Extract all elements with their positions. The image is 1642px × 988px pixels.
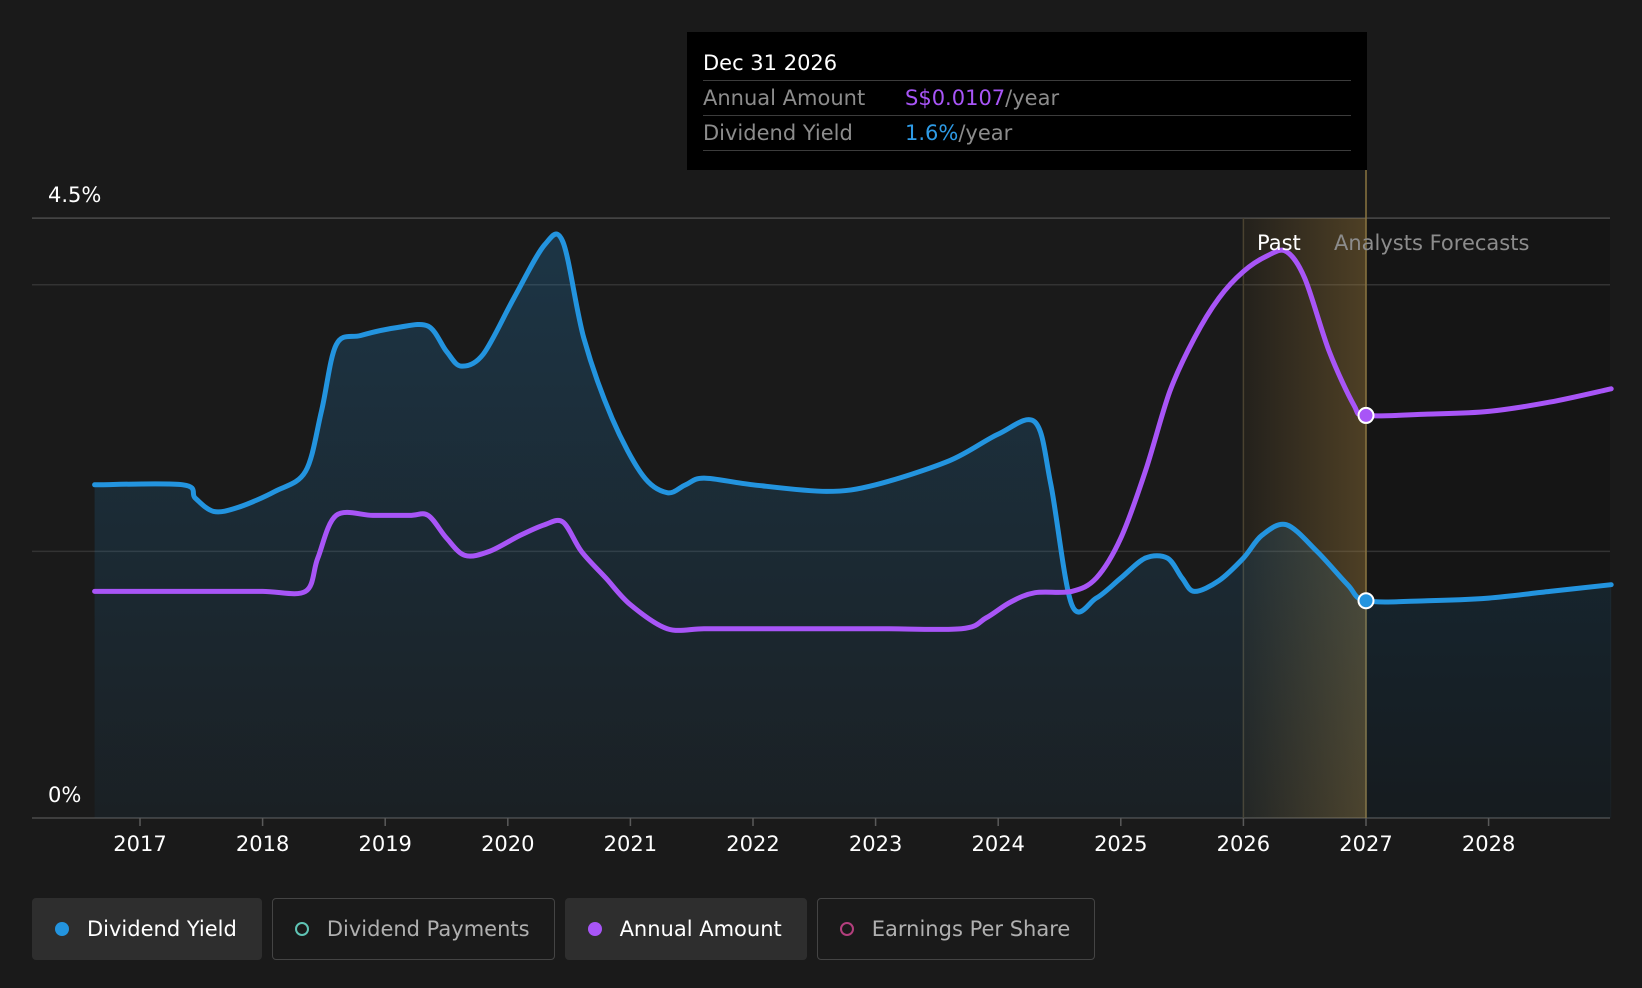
legend-dividend-yield[interactable]: Dividend Yield	[32, 898, 262, 960]
x-tick-label: 2026	[1217, 832, 1270, 856]
legend-label: Dividend Yield	[87, 917, 237, 941]
past-label: Past	[1257, 231, 1301, 255]
x-tick-label: 2025	[1094, 832, 1147, 856]
x-axis: 2017 2018 2019 2020 2021 2022 2023 2024 2025 2026…	[113, 818, 1515, 856]
tooltip-unit: /year	[958, 121, 1013, 145]
forecast-label: Analysts Forecasts	[1334, 231, 1529, 255]
tooltip-label: Annual Amount	[703, 86, 866, 110]
x-tick-label: 2028	[1462, 832, 1515, 856]
x-tick-label: 2022	[726, 832, 779, 856]
tooltip-value: 1.6%	[905, 121, 959, 145]
x-tick-label: 2021	[604, 832, 657, 856]
dividend-yield-dot-icon	[55, 922, 69, 936]
x-tick-label: 2018	[236, 832, 289, 856]
y-label-min: 0%	[48, 783, 81, 807]
y-axis-labels: 4.5% 0%	[48, 183, 101, 807]
legend-dividend-payments[interactable]: Dividend Payments	[271, 898, 555, 960]
y-label-max: 4.5%	[48, 183, 101, 207]
tooltip: Dec 31 2026 Annual Amount S$0.0107 /year…	[687, 32, 1367, 170]
tooltip-label: Dividend Yield	[703, 121, 853, 145]
tooltip-date: Dec 31 2026	[703, 46, 1351, 81]
tooltip-value: S$0.0107	[905, 86, 1006, 110]
marker-annual-amount	[1357, 406, 1375, 424]
legend-earnings-per-share[interactable]: Earnings Per Share	[816, 898, 1096, 960]
tooltip-row-dividend-yield: Dividend Yield 1.6% /year	[703, 116, 1351, 151]
annual-amount-dot-icon	[587, 922, 602, 936]
tooltip-row-annual-amount: Annual Amount S$0.0107 /year	[703, 81, 1351, 116]
legend: Dividend Yield Dividend Payments Annual …	[32, 898, 1096, 960]
legend-label: Earnings Per Share	[871, 917, 1071, 941]
legend-annual-amount[interactable]: Annual Amount	[564, 898, 807, 960]
x-tick-label: 2020	[481, 832, 534, 856]
legend-label: Dividend Payments	[326, 917, 530, 941]
earnings-per-share-ring-icon	[839, 922, 854, 936]
legend-label: Annual Amount	[619, 917, 782, 941]
tooltip-unit: /year	[1005, 86, 1060, 110]
x-tick-label: 2027	[1339, 832, 1392, 856]
x-tick-label: 2017	[113, 832, 166, 856]
x-tick-label: 2023	[849, 832, 902, 856]
dividend-payments-ring-icon	[294, 922, 309, 936]
x-tick-label: 2019	[358, 832, 411, 856]
x-tick-label: 2024	[971, 832, 1024, 856]
marker-dividend-yield	[1357, 592, 1375, 610]
